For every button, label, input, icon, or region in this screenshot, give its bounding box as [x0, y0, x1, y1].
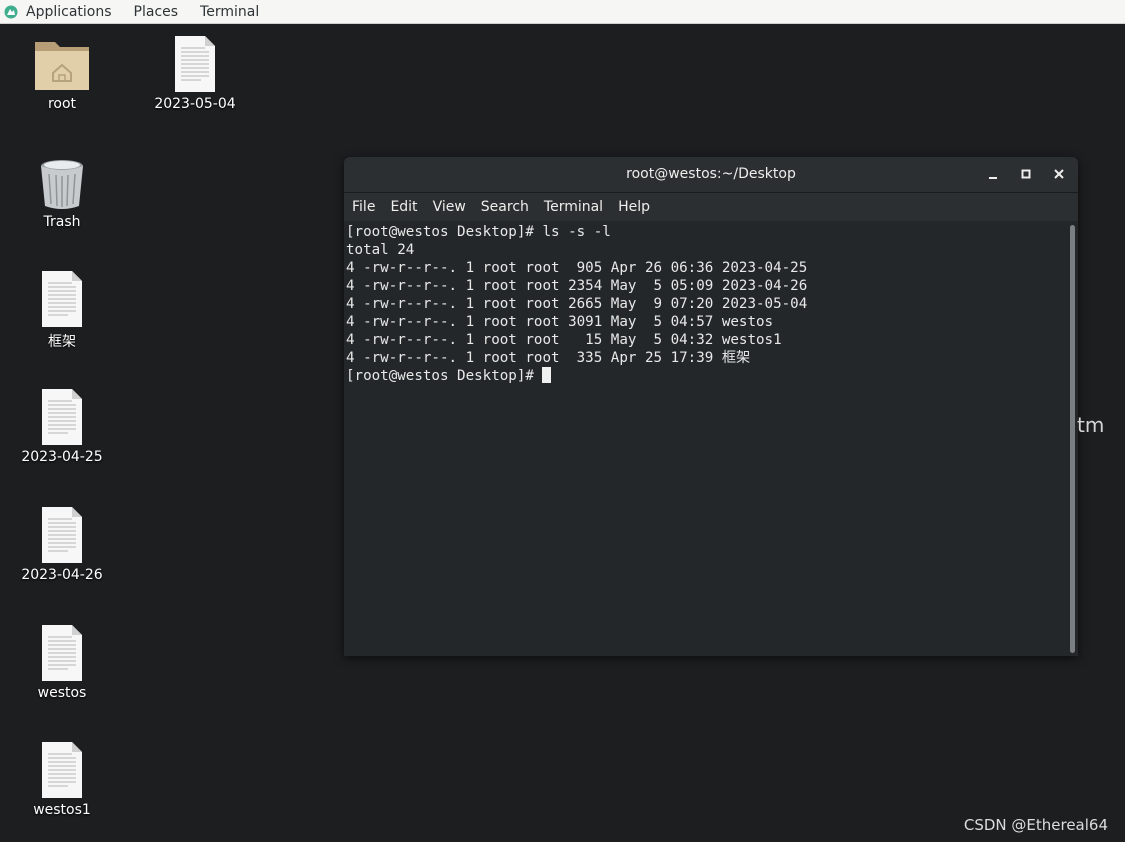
- desktop-icon-2023-04-26[interactable]: 2023-04-26: [7, 507, 117, 583]
- trash-icon: [41, 160, 83, 209]
- top-panel: Applications Places Terminal: [0, 0, 1125, 24]
- menu-search[interactable]: Search: [481, 199, 529, 215]
- desktop-icon-label: Trash: [43, 214, 81, 230]
- minimize-button[interactable]: [984, 165, 1002, 183]
- close-button[interactable]: [1050, 165, 1068, 183]
- menu-view[interactable]: View: [433, 199, 466, 215]
- terminal-line: 4 -rw-r--r--. 1 root root 15 May 5 04:32…: [346, 332, 782, 348]
- terminal-prompt: [root@westos Desktop]#: [346, 368, 543, 384]
- minimize-icon: [989, 177, 997, 179]
- window-title: root@westos:~/Desktop: [626, 166, 796, 182]
- terminal-line: 4 -rw-r--r--. 1 root root 2665 May 9 07:…: [346, 296, 808, 312]
- desktop-icon-label: 2023-05-04: [154, 96, 236, 112]
- terminal-line: total 24: [346, 242, 415, 258]
- terminal-line: 4 -rw-r--r--. 1 root root 905 Apr 26 06:…: [346, 260, 808, 276]
- desktop-icon-label: westos: [37, 685, 87, 701]
- desktop-icon-westos1[interactable]: westos1: [7, 742, 117, 818]
- watermark: CSDN @Ethereal64: [963, 816, 1108, 834]
- text-file-icon: [42, 271, 82, 327]
- close-icon: [1054, 169, 1064, 179]
- terminal-output[interactable]: [root@westos Desktop]# ls -s -l total 24…: [344, 221, 1066, 656]
- terminal-menubar: File Edit View Search Terminal Help: [344, 193, 1078, 221]
- desktop-icon-label: 框架: [48, 334, 76, 350]
- text-file-icon: [42, 389, 82, 445]
- text-file-icon: [42, 507, 82, 563]
- maximize-button[interactable]: [1017, 165, 1035, 183]
- text-cursor: [542, 367, 552, 383]
- desktop-icon-label: 2023-04-25: [21, 449, 103, 465]
- desktop-icon-label: root: [47, 96, 77, 112]
- text-file-icon: [175, 36, 215, 92]
- menu-terminal[interactable]: Terminal: [544, 199, 603, 215]
- applications-label: Applications: [26, 3, 112, 20]
- maximize-icon: [1021, 169, 1031, 179]
- terminal-scrollbar[interactable]: [1070, 225, 1075, 653]
- desktop-icon-2023-05-04[interactable]: 2023-05-04: [140, 36, 250, 112]
- places-menu[interactable]: Places: [134, 4, 179, 20]
- terminal-line: [root@westos Desktop]# ls -s -l: [346, 224, 611, 240]
- desktop-icon-trash[interactable]: Trash: [7, 156, 117, 230]
- menu-file[interactable]: File: [352, 199, 375, 215]
- desktop-icon-label: 2023-04-26: [21, 567, 103, 583]
- terminal-titlebar[interactable]: root@westos:~/Desktop: [344, 157, 1078, 193]
- terminal-line: 4 -rw-r--r--. 1 root root 335 Apr 25 17:…: [346, 350, 751, 366]
- home-folder-icon: [35, 42, 89, 90]
- menu-edit[interactable]: Edit: [390, 199, 417, 215]
- distro-logo-icon: [4, 5, 18, 18]
- partial-desktop-label: tm: [1077, 413, 1105, 437]
- terminal-line: 4 -rw-r--r--. 1 root root 2354 May 5 05:…: [346, 278, 808, 294]
- text-file-icon: [42, 742, 82, 798]
- terminal-line: 4 -rw-r--r--. 1 root root 3091 May 5 04:…: [346, 314, 774, 330]
- desktop-icon-2023-04-25[interactable]: 2023-04-25: [7, 389, 117, 465]
- desktop-icon-kuangjia[interactable]: 框架: [7, 271, 117, 351]
- applications-menu[interactable]: Applications: [4, 4, 134, 20]
- text-file-icon: [42, 625, 82, 681]
- terminal-prompt-line[interactable]: [root@westos Desktop]#: [346, 367, 1066, 385]
- desktop-icon-westos[interactable]: westos: [7, 625, 117, 701]
- terminal-app-menu[interactable]: Terminal: [200, 4, 259, 20]
- desktop-icon-root[interactable]: root: [7, 36, 117, 112]
- desktop-icon-label: westos1: [33, 802, 91, 818]
- menu-help[interactable]: Help: [618, 199, 650, 215]
- terminal-window[interactable]: root@westos:~/Desktop File Edit View Sea…: [344, 157, 1078, 656]
